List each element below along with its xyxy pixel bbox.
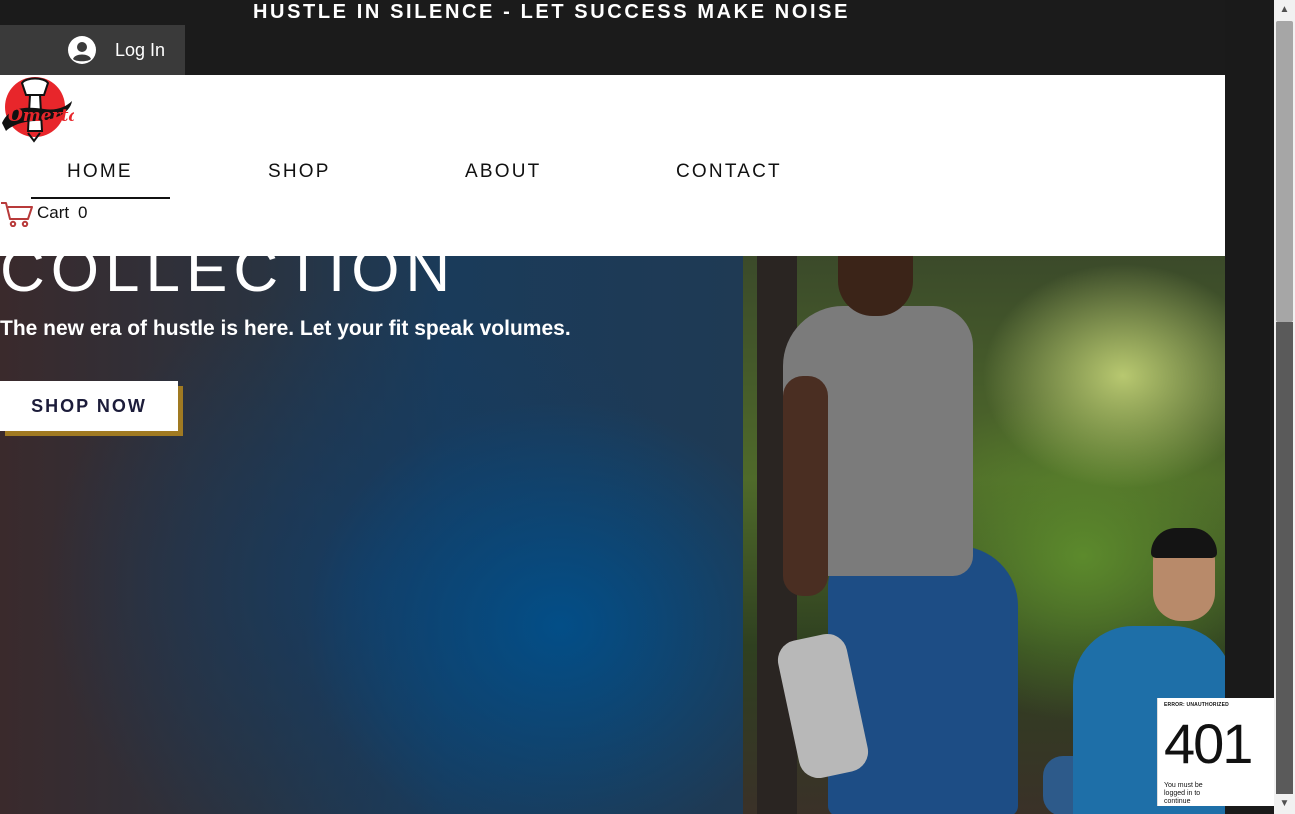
scroll-up-arrow-icon[interactable]: ▲ [1274,2,1295,18]
cart-icon [1,202,33,227]
login-button[interactable]: Log In [0,25,185,75]
page-scrollbar[interactable]: ▲ ▼ [1274,0,1295,814]
error-title: ERROR: UNAUTHORIZED [1164,702,1229,708]
announcement-text: HUSTLE IN SILENCE - LET SUCCESS MAKE NOI… [253,1,851,23]
scroll-thumb[interactable] [1276,21,1293,322]
photo-model-jeans [828,546,1018,814]
error-code: 401 [1164,712,1253,775]
scroll-track[interactable] [1276,322,1293,794]
login-label: Log In [115,40,166,60]
cart-label: Cart [37,203,70,222]
nav-active-indicator [31,197,170,199]
error-widget: ERROR: UNAUTHORIZED 401 You must be logg… [1157,698,1275,806]
nav-shop[interactable]: SHOP [268,157,331,187]
photo-model-arm [783,376,828,596]
scroll-down-arrow-icon[interactable]: ▼ [1274,796,1295,812]
hero-subtitle: The new era of hustle is here. Let your … [0,317,571,340]
photo-model2-hair [1151,528,1217,558]
shop-now-button[interactable]: SHOP NOW [0,381,178,431]
omerta-logo[interactable]: Omerta [0,75,74,145]
site-header: Omerta HOME SHOP ABOUT CONTACT Cart 0 [0,75,1274,256]
hero-photo [743,256,1225,814]
hero-heading: COLLECTION [0,236,457,305]
user-avatar-icon [68,36,96,64]
nav-about[interactable]: ABOUT [465,157,541,187]
nav-home[interactable]: HOME [67,157,133,187]
error-message: You must be logged in to continue [1164,782,1203,805]
nav-contact[interactable]: CONTACT [676,157,782,187]
logo-text: Omerta [8,106,74,126]
announcement-bar: HUSTLE IN SILENCE - LET SUCCESS MAKE NOI… [0,0,1225,75]
cart-count: 0 [78,203,88,222]
